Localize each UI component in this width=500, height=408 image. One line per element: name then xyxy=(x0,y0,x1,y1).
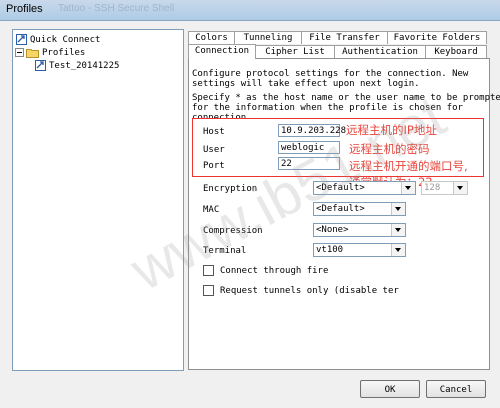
tree-item-label: Test_20141225 xyxy=(49,60,120,71)
encryption-label: Encryption xyxy=(203,184,258,194)
tab-file-transfer[interactable]: File Transfer xyxy=(301,31,388,44)
chevron-down-icon xyxy=(401,182,415,194)
encryption-value: <Default> xyxy=(316,183,365,193)
description-line: settings will take effect upon next logi… xyxy=(192,79,420,89)
tab-authentication[interactable]: Authentication xyxy=(334,45,426,58)
mac-select[interactable]: <Default> xyxy=(313,202,406,216)
window-title: Profiles xyxy=(6,3,43,15)
chevron-down-icon xyxy=(391,224,405,236)
port-label: Port xyxy=(203,161,225,171)
tab-keyboard[interactable]: Keyboard xyxy=(425,45,487,58)
folder-icon xyxy=(26,48,39,58)
tree-item-label: Quick Connect xyxy=(30,34,101,45)
request-tunnels-checkbox[interactable]: Request tunnels only (disable ter xyxy=(203,285,399,296)
encryption-key-select: 128 xyxy=(421,181,468,195)
description-line: Specify * as the host name or the user n… xyxy=(192,93,500,103)
tab-favorite-folders[interactable]: Favorite Folders xyxy=(387,31,487,44)
ok-button[interactable]: OK xyxy=(360,380,420,398)
checkbox-box[interactable] xyxy=(203,285,214,296)
encryption-select[interactable]: <Default> xyxy=(313,181,416,195)
mac-value: <Default> xyxy=(316,204,365,214)
profile-connection-icon xyxy=(35,60,46,71)
request-tunnels-checkbox-label: Request tunnels only (disable ter xyxy=(220,285,399,296)
port-input[interactable]: 22 xyxy=(278,157,340,170)
description-line: for the information when the profile is … xyxy=(192,103,463,113)
tab-colors[interactable]: Colors xyxy=(188,31,235,44)
terminal-label: Terminal xyxy=(203,246,247,256)
terminal-value: vt100 xyxy=(316,245,344,255)
chevron-down-icon xyxy=(453,182,467,194)
tree-item-label: Profiles xyxy=(42,47,86,58)
tab-tunneling[interactable]: Tunneling xyxy=(234,31,302,44)
tab-cipher-list[interactable]: Cipher List xyxy=(255,45,335,58)
compression-value: <None> xyxy=(316,225,349,235)
port-annotation: 远程主机开通的端口号, xyxy=(349,159,468,173)
firewall-checkbox-label: Connect through fire xyxy=(220,265,329,276)
background-window-title: Tattoo - SSH Secure Shell xyxy=(58,3,175,14)
tree-item-quick-connect[interactable]: Quick Connect xyxy=(16,33,100,46)
checkbox-box[interactable] xyxy=(203,265,214,276)
cancel-button[interactable]: Cancel xyxy=(426,380,486,398)
compression-select[interactable]: <None> xyxy=(313,223,406,237)
host-input[interactable]: 10.9.203.228 xyxy=(278,124,346,137)
title-bar: Profiles Tattoo - SSH Secure Shell xyxy=(0,0,500,21)
tree-item-profiles[interactable]: Profiles xyxy=(15,46,85,59)
user-input[interactable]: weblogic xyxy=(278,141,340,154)
user-annotation: 远程主机的密码 xyxy=(349,142,430,156)
chevron-down-icon xyxy=(391,244,405,256)
profile-tree[interactable]: Quick Connect Profiles Test_20141225 xyxy=(12,29,184,371)
host-label: Host xyxy=(203,127,225,137)
terminal-select[interactable]: vt100 xyxy=(313,243,406,257)
compression-label: Compression xyxy=(203,226,263,236)
tree-item-test-profile[interactable]: Test_20141225 xyxy=(35,59,119,72)
quick-connect-icon xyxy=(16,34,27,45)
mac-label: MAC xyxy=(203,205,220,215)
firewall-checkbox[interactable]: Connect through fire xyxy=(203,265,328,276)
chevron-down-icon xyxy=(391,203,405,215)
description-line: Configure protocol settings for the conn… xyxy=(192,69,469,79)
tab-connection[interactable]: Connection xyxy=(188,44,256,59)
collapse-icon[interactable] xyxy=(15,48,24,57)
encryption-key-value: 128 xyxy=(424,183,441,193)
user-label: User xyxy=(203,145,225,155)
host-annotation: 远程主机的IP地址 xyxy=(346,123,437,137)
